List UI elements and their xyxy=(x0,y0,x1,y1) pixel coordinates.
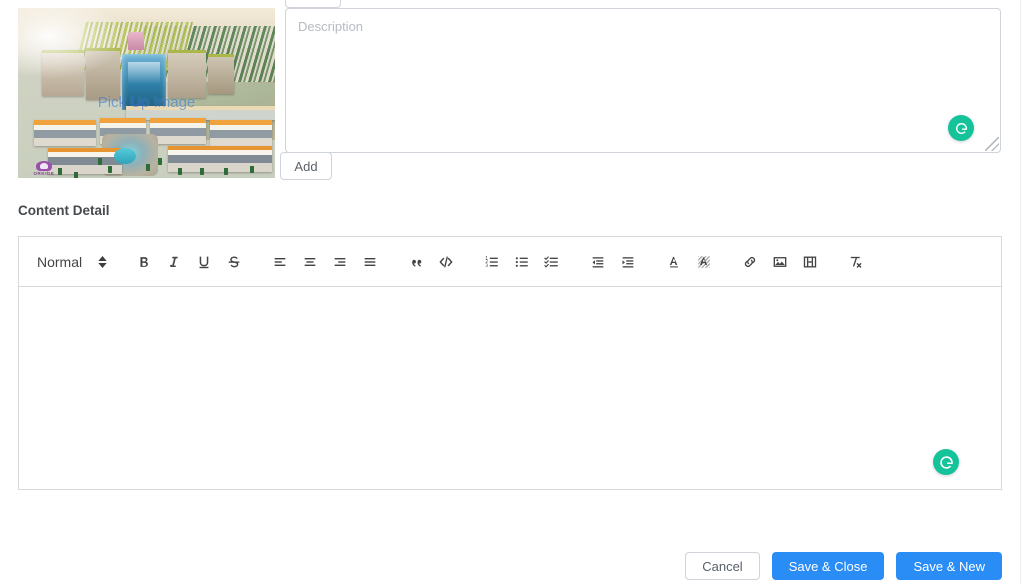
outdent-icon[interactable] xyxy=(584,248,612,276)
link-icon[interactable] xyxy=(736,248,764,276)
toolbar-group-clean xyxy=(841,248,871,276)
italic-icon[interactable] xyxy=(160,248,188,276)
description-input[interactable] xyxy=(285,8,1001,153)
align-right-icon[interactable] xyxy=(326,248,354,276)
strikethrough-icon[interactable] xyxy=(220,248,248,276)
chevron-updown-icon xyxy=(98,255,107,268)
text-color-icon[interactable] xyxy=(660,248,688,276)
align-left-icon[interactable] xyxy=(266,248,294,276)
image-preview: ORKIDE xyxy=(18,8,275,178)
image-icon[interactable] xyxy=(766,248,794,276)
align-justify-icon[interactable] xyxy=(356,248,384,276)
blockquote-icon[interactable] xyxy=(402,248,430,276)
content-edit-page: ORKIDE Pick Up Image Add Content Detail … xyxy=(0,0,1024,584)
save-and-new-button[interactable]: Save & New xyxy=(896,552,1002,580)
cancel-button[interactable]: Cancel xyxy=(685,552,760,580)
watermark-text: ORKIDE xyxy=(33,171,55,176)
list-bullet-icon[interactable] xyxy=(508,248,536,276)
header-format-picker[interactable]: Normal xyxy=(27,249,113,275)
bold-icon[interactable] xyxy=(130,248,158,276)
toolbar-group-align xyxy=(265,248,385,276)
align-center-icon[interactable] xyxy=(296,248,324,276)
indent-icon[interactable] xyxy=(614,248,642,276)
editor-content-area[interactable] xyxy=(19,287,1001,489)
page-scrollbar[interactable] xyxy=(1020,0,1021,584)
rich-text-editor: Normal 1 2 3 xyxy=(18,236,1002,490)
video-icon[interactable] xyxy=(796,248,824,276)
content-detail-label: Content Detail xyxy=(18,203,110,218)
code-block-icon[interactable] xyxy=(432,248,460,276)
header-format-value: Normal xyxy=(37,253,83,270)
editor-container xyxy=(18,286,1002,490)
save-and-close-button[interactable]: Save & Close xyxy=(771,552,885,580)
grammarly-badge-editor[interactable] xyxy=(933,449,959,475)
underline-icon[interactable] xyxy=(190,248,218,276)
image-picker[interactable]: ORKIDE Pick Up Image xyxy=(18,8,275,178)
grammarly-badge-description[interactable] xyxy=(948,115,974,141)
svg-text:3: 3 xyxy=(485,262,488,268)
toolbar-group-blocks xyxy=(401,248,461,276)
editor-toolbar: Normal 1 2 3 xyxy=(18,236,1002,286)
description-field-wrapper xyxy=(285,8,1001,153)
list-ordered-icon[interactable]: 1 2 3 xyxy=(478,248,506,276)
list-check-icon[interactable] xyxy=(538,248,566,276)
toolbar-group-inline xyxy=(129,248,249,276)
form-actions: Cancel Save & Close Save & New xyxy=(685,552,1002,580)
image-watermark-logo: ORKIDE xyxy=(22,158,66,176)
toolbar-group-lists: 1 2 3 xyxy=(477,248,567,276)
clear-formatting-icon[interactable] xyxy=(842,248,870,276)
add-button[interactable]: Add xyxy=(280,152,332,180)
background-color-icon[interactable] xyxy=(690,248,718,276)
toolbar-group-color xyxy=(659,248,719,276)
toolbar-group-embed xyxy=(735,248,825,276)
toolbar-group-indent xyxy=(583,248,643,276)
cut-off-input-top[interactable] xyxy=(285,0,341,8)
